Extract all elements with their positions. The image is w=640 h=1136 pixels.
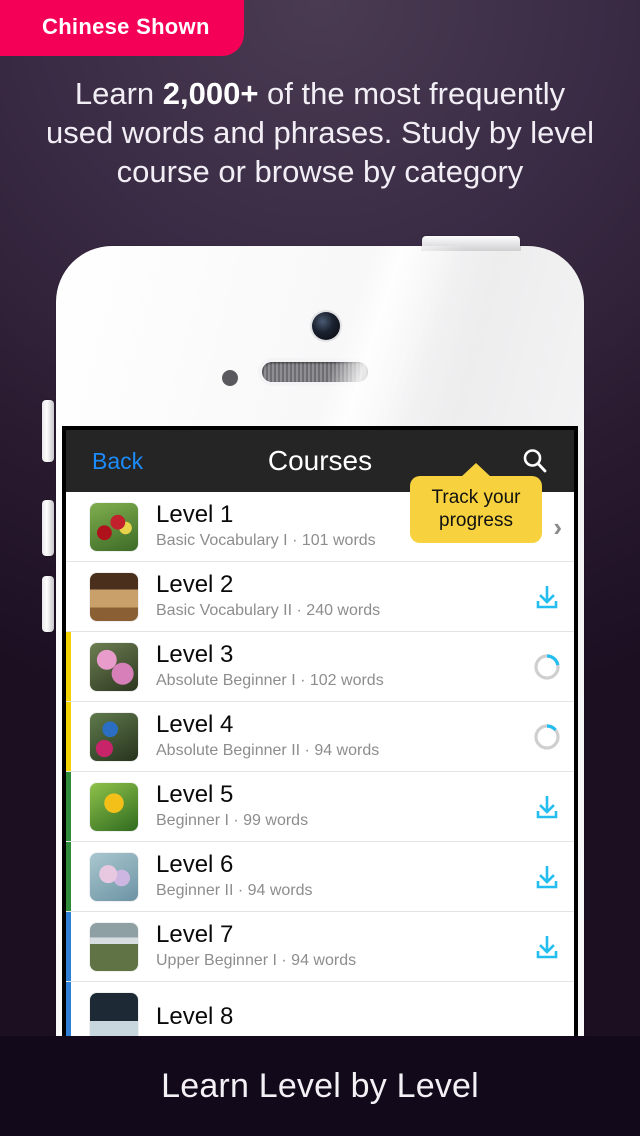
course-thumbnail bbox=[90, 712, 138, 761]
course-accessory[interactable] bbox=[532, 862, 562, 892]
headline-part1: Learn bbox=[74, 76, 163, 111]
course-thumbnail bbox=[90, 502, 138, 551]
course-accessory[interactable] bbox=[532, 582, 562, 612]
search-icon[interactable] bbox=[520, 446, 550, 476]
course-accessory[interactable] bbox=[532, 652, 562, 682]
course-row[interactable]: Level 6 Beginner II · 94 words bbox=[66, 842, 574, 912]
promo-headline: Learn 2,000+ of the most frequently used… bbox=[44, 74, 596, 191]
course-level-stripe bbox=[66, 562, 71, 631]
course-title: Level 2 bbox=[156, 571, 234, 598]
course-thumbnail bbox=[90, 782, 138, 831]
download-icon[interactable] bbox=[532, 792, 562, 822]
power-button[interactable] bbox=[422, 236, 520, 250]
download-progress-ring[interactable] bbox=[532, 722, 562, 752]
course-title: Level 4 bbox=[156, 711, 234, 738]
course-title: Level 7 bbox=[156, 921, 234, 948]
course-text: Level 3 Absolute Beginner I · 102 words bbox=[156, 641, 532, 692]
course-thumbnail bbox=[90, 922, 138, 971]
course-title: Level 3 bbox=[156, 641, 234, 668]
course-thumbnail bbox=[90, 852, 138, 901]
course-row[interactable]: Level 5 Beginner I · 99 words bbox=[66, 772, 574, 842]
course-subtitle: Basic Vocabulary II · 240 words bbox=[156, 602, 381, 619]
course-title: Level 5 bbox=[156, 781, 234, 808]
course-subtitle: Absolute Beginner II · 94 words bbox=[156, 742, 380, 759]
course-level-stripe bbox=[66, 842, 71, 911]
course-list[interactable]: Level 1Basic Vocabulary I · 101 words45%… bbox=[66, 492, 574, 1046]
phone-screen: Back Courses Level 1 Basic Vocabulary I ·… bbox=[62, 426, 578, 1046]
course-accessory[interactable] bbox=[532, 722, 562, 752]
download-progress-ring[interactable] bbox=[532, 652, 562, 682]
course-subtitle: Absolute Beginner I · 102 words bbox=[156, 672, 384, 689]
course-title: Level 8 bbox=[156, 1002, 234, 1030]
course-row[interactable]: Level 4 Absolute Beginner II · 94 words bbox=[66, 702, 574, 772]
course-row[interactable]: Level 2 Basic Vocabulary II · 240 words bbox=[66, 562, 574, 632]
headline-emphasis: 2,000+ bbox=[162, 76, 259, 111]
course-level-stripe bbox=[66, 632, 71, 701]
course-level-stripe bbox=[66, 912, 71, 981]
app-screen: Back Courses Level 1 Basic Vocabulary I ·… bbox=[66, 430, 574, 1046]
course-row[interactable]: Level 3 Absolute Beginner I · 102 words bbox=[66, 632, 574, 702]
bottom-caption-bar: Learn Level by Level bbox=[0, 1036, 640, 1136]
course-thumbnail bbox=[90, 992, 138, 1041]
course-text: Level 8 bbox=[156, 1003, 562, 1031]
course-thumbnail bbox=[90, 572, 138, 621]
volume-up-button[interactable] bbox=[42, 500, 54, 556]
language-badge: Chinese Shown bbox=[0, 0, 244, 56]
course-level-stripe bbox=[66, 702, 71, 771]
tooltip-track-progress: Track your progress bbox=[410, 476, 542, 543]
mute-switch[interactable] bbox=[42, 400, 54, 462]
tooltip-line2: progress bbox=[439, 510, 513, 531]
course-text: Level 7 Upper Beginner I · 94 words bbox=[156, 921, 532, 972]
course-subtitle: Beginner II · 94 words bbox=[156, 882, 313, 899]
tooltip-line1: Track your bbox=[431, 487, 521, 508]
course-text: Level 2 Basic Vocabulary II · 240 words bbox=[156, 571, 532, 622]
bottom-caption-text: Learn Level by Level bbox=[161, 1066, 479, 1105]
language-badge-label: Chinese Shown bbox=[42, 14, 210, 39]
course-thumbnail bbox=[90, 642, 138, 691]
front-camera-icon bbox=[312, 312, 340, 340]
course-row[interactable]: Level 7 Upper Beginner I · 94 words bbox=[66, 912, 574, 982]
proximity-sensor-icon bbox=[222, 370, 238, 386]
course-subtitle: Upper Beginner I · 94 words bbox=[156, 952, 357, 969]
course-text: Level 4 Absolute Beginner II · 94 words bbox=[156, 711, 532, 762]
course-level-stripe bbox=[66, 492, 71, 561]
volume-down-button[interactable] bbox=[42, 576, 54, 632]
course-accessory[interactable] bbox=[532, 932, 562, 962]
course-title: Level 6 bbox=[156, 851, 234, 878]
course-text: Level 6 Beginner II · 94 words bbox=[156, 851, 532, 902]
course-accessory[interactable] bbox=[532, 792, 562, 822]
chevron-right-icon[interactable]: › bbox=[553, 514, 562, 540]
course-text: Level 5 Beginner I · 99 words bbox=[156, 781, 532, 832]
download-icon[interactable] bbox=[532, 932, 562, 962]
phone-mockup: Back Courses Level 1 Basic Vocabulary I ·… bbox=[22, 236, 618, 1046]
course-subtitle: Beginner I · 99 words bbox=[156, 812, 309, 829]
earpiece-speaker-icon bbox=[262, 362, 368, 382]
back-button[interactable]: Back bbox=[92, 448, 143, 475]
download-icon[interactable] bbox=[532, 862, 562, 892]
course-level-stripe bbox=[66, 772, 71, 841]
download-icon[interactable] bbox=[532, 582, 562, 612]
